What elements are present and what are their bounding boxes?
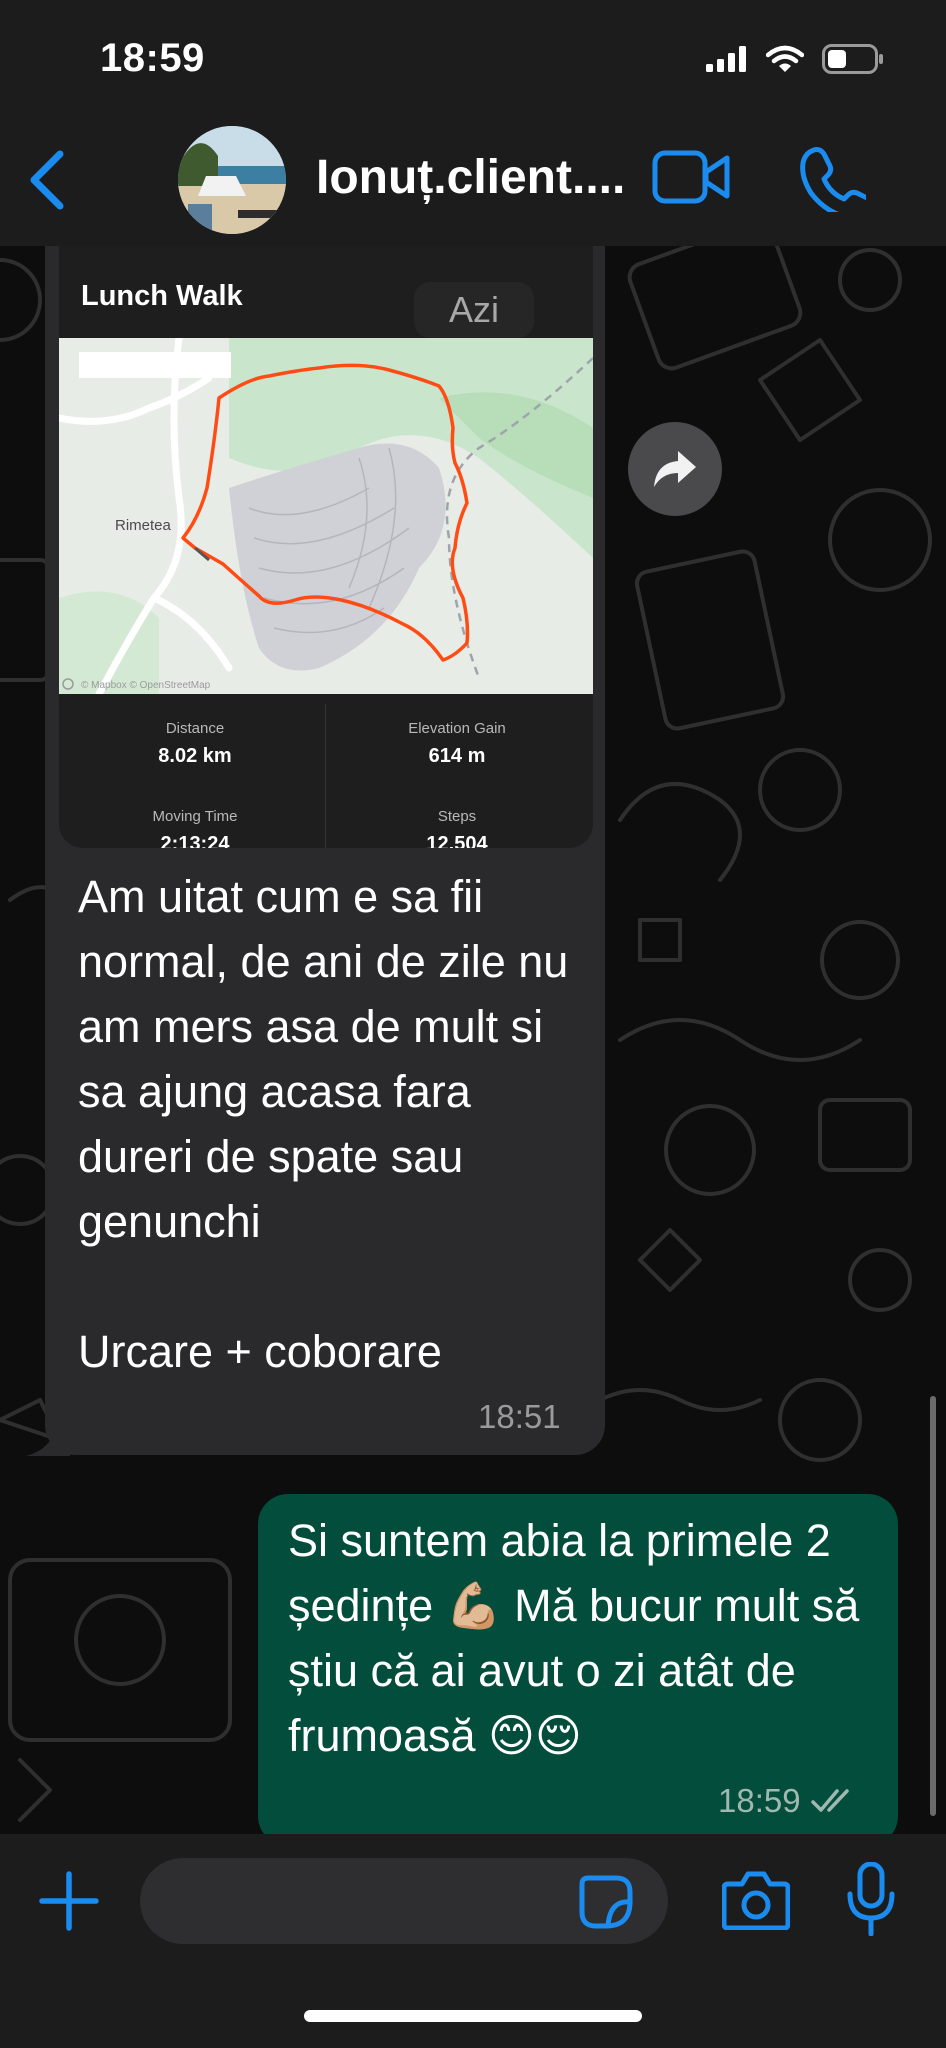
stat-steps: Steps 12,504 <box>327 808 587 848</box>
stat-label: Steps <box>437 808 477 825</box>
microphone-icon[interactable] <box>846 1862 896 1936</box>
contact-avatar[interactable] <box>178 126 286 234</box>
signal-icon <box>706 46 746 72</box>
outgoing-message-meta: 18:59 <box>718 1782 855 1820</box>
wifi-icon <box>766 45 804 72</box>
forward-button[interactable] <box>628 422 722 516</box>
outgoing-message-text: Si suntem abia la primele 2 ședințe 💪🏼 M… <box>288 1515 860 1761</box>
stat-value: 614 m <box>428 745 486 767</box>
avatar-photo <box>178 126 286 234</box>
activity-map[interactable]: Rimetea © Mapbox © OpenStreetMap <box>59 334 593 698</box>
stat-label: Moving Time <box>152 808 238 825</box>
scroll-indicator[interactable] <box>930 1396 936 1816</box>
status-time: 18:59 <box>100 36 205 80</box>
incoming-message-time: 18:51 <box>478 1398 561 1435</box>
stat-value: 2:13:24 <box>160 833 230 848</box>
home-indicator[interactable] <box>304 2010 642 2022</box>
stat-divider <box>325 704 326 848</box>
battery-icon <box>822 44 883 74</box>
stat-distance: Distance 8.02 km <box>65 720 325 768</box>
forward-arrow-icon <box>654 451 696 487</box>
outgoing-message-time: 18:59 <box>718 1782 801 1819</box>
phone-icon[interactable] <box>800 146 866 212</box>
back-chevron-icon[interactable] <box>24 148 72 212</box>
video-camera-icon[interactable] <box>652 148 730 206</box>
double-check-read-icon <box>810 1789 849 1812</box>
incoming-message-text: Am uitat cum e sa fii normal, de ani de … <box>78 871 569 1377</box>
sticker-icon[interactable] <box>578 1874 634 1930</box>
map-credit: © Mapbox © OpenStreetMap <box>81 680 211 691</box>
stat-label: Distance <box>165 720 225 737</box>
stat-elevation-gain: Elevation Gain 614 m <box>327 720 587 768</box>
stat-label: Elevation Gain <box>408 720 506 737</box>
chat-header: 18:59 Ionuț.client.... <box>0 0 946 246</box>
camera-icon[interactable] <box>722 1870 790 1930</box>
activity-title: Lunch Walk <box>81 280 243 312</box>
route-map: Rimetea © Mapbox © OpenStreetMap <box>59 334 593 698</box>
plus-icon[interactable] <box>38 1870 100 1932</box>
contact-name[interactable]: Ionuț.client.... <box>316 150 625 205</box>
stat-value: 8.02 km <box>158 745 232 767</box>
stat-value: 12,504 <box>426 833 488 848</box>
status-icons <box>706 44 884 74</box>
chat-screen: 18:59 Ionuț.client.... Lunch Walk Rimete… <box>0 0 946 2048</box>
date-separator: Azi <box>414 282 534 338</box>
stat-moving-time: Moving Time 2:13:24 <box>65 808 325 848</box>
map-place-label: Rimetea <box>115 517 172 534</box>
